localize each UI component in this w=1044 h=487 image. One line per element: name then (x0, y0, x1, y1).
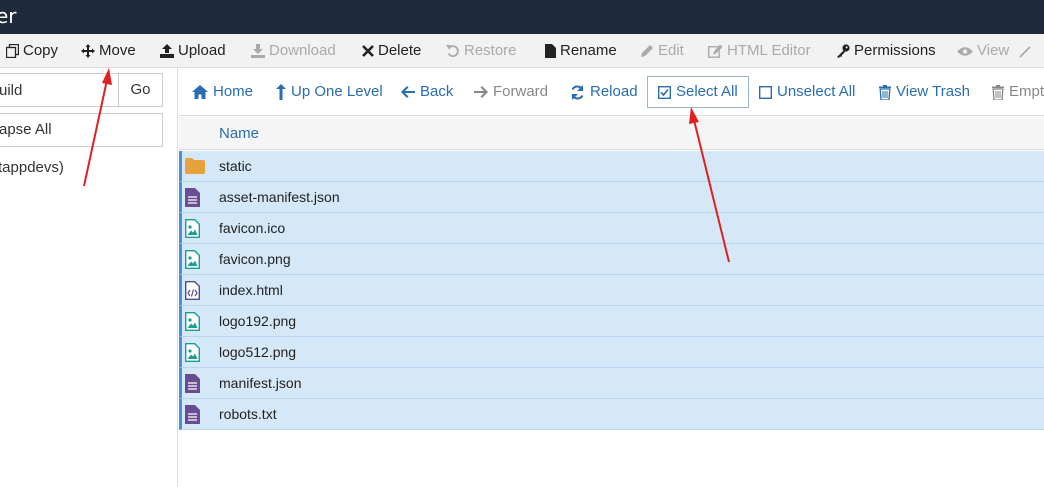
file-image-icon (185, 219, 200, 238)
table-row[interactable]: index.html (179, 275, 1044, 306)
file-name: index.html (219, 282, 283, 298)
reload-button[interactable]: Reload (570, 76, 638, 108)
file-icon (545, 44, 556, 58)
table-row[interactable]: logo192.png (179, 306, 1044, 337)
path-input[interactable] (0, 73, 118, 107)
unselect-all-button[interactable]: Unselect All (759, 76, 855, 108)
file-name: static (219, 158, 252, 174)
up-one-level-button[interactable]: Up One Level (276, 76, 383, 108)
restore-button[interactable]: Restore (446, 34, 517, 67)
select-all-button[interactable]: Select All (647, 76, 749, 108)
pencil-icon (641, 45, 653, 57)
edit-square-icon (708, 44, 723, 58)
table-row[interactable]: favicon.png (179, 244, 1044, 275)
rename-button[interactable]: Rename (545, 34, 617, 67)
eye-icon (957, 46, 973, 56)
upload-button[interactable]: Upload (160, 34, 226, 67)
table-row[interactable]: robots.txt (179, 399, 1044, 430)
file-name: favicon.png (219, 251, 291, 267)
empty-trash-button[interactable]: Empty (992, 76, 1044, 108)
file-image-icon (185, 250, 200, 269)
file-name: robots.txt (219, 406, 277, 422)
close-icon (362, 45, 374, 57)
trash-icon (992, 84, 1004, 100)
view-trash-button[interactable]: View Trash (879, 76, 970, 108)
forward-button[interactable]: Forward (474, 76, 548, 108)
checkbox-checked-icon (658, 85, 671, 99)
arrow-left-icon (401, 86, 415, 98)
arrow-right-icon (474, 86, 488, 98)
checkbox-empty-icon (759, 85, 772, 99)
table-row[interactable]: asset-manifest.json (179, 182, 1044, 213)
extract-button[interactable] (1018, 34, 1032, 67)
name-column-header[interactable]: Name (219, 125, 259, 142)
file-list: static asset-manifest.json favicon.ico f… (179, 151, 1044, 430)
file-name: logo192.png (219, 313, 297, 329)
file-name: favicon.ico (219, 220, 286, 236)
copy-icon (6, 44, 19, 58)
collapse-all-button[interactable]: apse All (0, 113, 163, 147)
upload-icon (160, 44, 174, 58)
move-icon (81, 44, 95, 58)
table-row[interactable]: logo512.png (179, 337, 1044, 368)
file-image-icon (185, 343, 200, 362)
file-text-icon (185, 405, 200, 424)
window-titlebar: er (0, 0, 1044, 34)
file-text-icon (185, 188, 200, 207)
download-button[interactable]: Download (251, 34, 336, 67)
file-list-header: Name (179, 117, 1044, 150)
delete-button[interactable]: Delete (362, 34, 421, 67)
home-button[interactable]: Home (192, 76, 253, 108)
go-button[interactable]: Go (118, 73, 163, 107)
undo-icon (446, 45, 459, 58)
copy-button[interactable]: Copy (6, 34, 58, 67)
folder-icon (185, 158, 205, 174)
back-button[interactable]: Back (401, 76, 453, 108)
table-row[interactable]: favicon.ico (179, 213, 1044, 244)
file-name: manifest.json (219, 375, 302, 391)
refresh-icon (571, 84, 584, 100)
file-name: logo512.png (219, 344, 297, 360)
move-button[interactable]: Move (81, 34, 136, 67)
home-icon (192, 85, 208, 99)
file-image-icon (185, 312, 200, 331)
tree-item-home[interactable]: tappdevs) (0, 159, 64, 176)
key-icon (837, 44, 850, 58)
view-button[interactable]: View (957, 34, 1009, 67)
table-row[interactable]: manifest.json (179, 368, 1044, 399)
file-toolbar: Copy Move Upload Download Delete Restore… (0, 34, 1044, 68)
html-editor-button[interactable]: HTML Editor (708, 34, 811, 67)
permissions-button[interactable]: Permissions (836, 34, 936, 67)
directory-sidebar: Go apse All tappdevs) (0, 68, 178, 487)
table-row[interactable]: static (179, 151, 1044, 182)
file-code-icon (185, 281, 200, 300)
level-up-icon (276, 84, 286, 100)
more-icon (1019, 46, 1031, 58)
file-text-icon (185, 374, 200, 393)
navigation-bar: Home Up One Level Back Forward Reload Se… (179, 68, 1044, 116)
file-name: asset-manifest.json (219, 189, 340, 205)
trash-icon (879, 84, 891, 100)
window-title: er (0, 4, 17, 28)
download-icon (251, 44, 265, 58)
edit-button[interactable]: Edit (640, 34, 684, 67)
